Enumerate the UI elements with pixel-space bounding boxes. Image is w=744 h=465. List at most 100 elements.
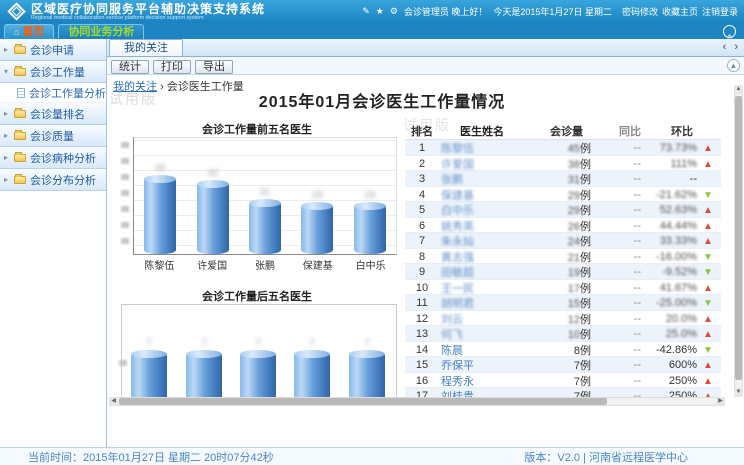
star-icon[interactable]: ★ [376, 6, 384, 17]
doctor-name-link[interactable]: 张鹏 [439, 171, 523, 187]
chevron-down-icon: ▾ [4, 67, 13, 76]
x-axis-label: 白中乐 [344, 255, 397, 269]
doctor-name-link[interactable]: 何飞 [439, 326, 523, 342]
header-link[interactable]: 密码修改 [622, 7, 658, 17]
folder-icon [14, 176, 26, 184]
trend-up-icon: ▲ [703, 329, 713, 340]
tab-scroll-controls: ‹ › [723, 42, 738, 53]
doctor-name-link[interactable]: 陈晨 [439, 342, 523, 358]
current-time: 当前时间：2015年01月27日 星期二 20时07分42秒 [0, 449, 274, 465]
table-row: 9田敏超19例---9.52%▼ [405, 264, 721, 280]
horizontal-scrollbar-thumb[interactable] [119, 398, 607, 405]
edit-icon[interactable]: ✎ [362, 6, 370, 17]
doctor-name-link[interactable]: 程秀永 [439, 373, 523, 389]
folder-icon [14, 110, 26, 118]
main-nav-bar: ⌂ 首页 协同业务分析 » [0, 23, 744, 39]
mom-cell: -- [647, 173, 703, 185]
bar-value-label-blurred: 7 [294, 338, 330, 349]
doctor-name-link[interactable]: 许爱国 [439, 156, 523, 172]
scroll-down-arrow-icon[interactable]: ▼ [734, 388, 743, 397]
yoy-cell: -- [597, 142, 647, 154]
yoy-cell: -- [597, 328, 647, 340]
bar-陈黎伍: 45 [144, 178, 176, 254]
report-content: 我的关注 › 会诊医生工作量 试用版 试用版 2015年01月会诊医生工作量情况… [107, 75, 744, 447]
trend-cell: ▼ [703, 297, 717, 309]
doctor-name-link[interactable]: 姚秀英 [439, 218, 523, 234]
horizontal-scrollbar[interactable]: ◀ ▶ [109, 397, 725, 406]
mom-cell: 25.0% [647, 328, 703, 340]
doctor-name-link[interactable]: 黄志强 [439, 249, 523, 265]
chart-top5-plot: 4542312929 [133, 137, 397, 255]
yoy-cell: -- [597, 204, 647, 216]
bar-value-label-blurred: 7 [131, 338, 167, 349]
header-collapse-button[interactable]: » [723, 25, 736, 38]
y-axis-tick-label-blurred [121, 222, 129, 228]
doctor-name-link[interactable]: 刘云 [439, 311, 523, 327]
sidebar-item-label: 会诊工作量 [30, 64, 85, 80]
toolbar-button-导出[interactable]: 导出 [195, 60, 233, 74]
doctor-name-link[interactable]: 朱永灿 [439, 233, 523, 249]
yoy-cell: -- [597, 251, 647, 263]
app-window: 区域医疗协同服务平台辅助决策支持系统 Regional medical coll… [0, 0, 744, 465]
sidebar-item-label: 会诊申请 [30, 42, 74, 58]
sidebar-item[interactable]: ▸会诊分布分析 [0, 169, 106, 191]
nav-tab-collaboration-analysis[interactable]: 协同业务分析 [58, 24, 144, 39]
sidebar-item-label: 会诊分布分析 [30, 172, 96, 188]
scroll-left-arrow-icon[interactable]: ◀ [109, 397, 118, 406]
tab-my-focus[interactable]: 我的关注 [109, 39, 183, 56]
sidebar-subitem[interactable]: 会诊工作量分析 [0, 83, 106, 103]
col-mom: 环比 [647, 123, 703, 139]
system-subtitle: Regional medical collaboration service p… [31, 15, 242, 20]
folder-icon [14, 68, 26, 76]
doctor-name-link[interactable]: 乔保平 [439, 357, 523, 373]
scroll-up-arrow-icon[interactable]: ▲ [734, 85, 743, 94]
sidebar-item[interactable]: ▸会诊病种分析 [0, 147, 106, 169]
trend-cell: ▲ [703, 328, 717, 340]
yoy-cell: -- [597, 266, 647, 278]
y-axis-tick-label-blurred [121, 206, 129, 212]
bar-白中乐: 29 [354, 205, 386, 254]
toolbar-button-统计[interactable]: 统计 [111, 60, 149, 74]
header-link[interactable]: 注销登录 [702, 7, 738, 17]
header-link[interactable]: 收藏主页 [662, 7, 698, 17]
gear-icon[interactable]: ⚙ [390, 6, 398, 17]
tab-scroll-left-icon[interactable]: ‹ [723, 42, 727, 53]
sidebar-item[interactable]: ▸会诊申请 [0, 39, 106, 61]
vertical-scrollbar[interactable]: ▲ ▼ [734, 85, 743, 397]
bar-bottom5-4: 7 [294, 353, 330, 397]
chart-top5-xlabels: 陈黎伍许爱国张鹏保建基白中乐 [133, 255, 397, 269]
chart-bottom5-title: 会诊工作量后五名医生 [117, 288, 397, 304]
rank-cell: 14 [405, 344, 439, 356]
nav-tab-home[interactable]: ⌂ 首页 [4, 24, 54, 39]
doctor-name-link[interactable]: 王一民 [439, 280, 523, 296]
doctor-name-link[interactable]: 白中乐 [439, 202, 523, 218]
scroll-right-arrow-icon[interactable]: ▶ [716, 397, 725, 406]
doctor-name-link[interactable]: 胡明君 [439, 295, 523, 311]
doctor-name-link[interactable]: 保建基 [439, 187, 523, 203]
bar-value-label-blurred: 42 [197, 168, 229, 179]
sidebar-item-label: 会诊质量 [30, 128, 74, 144]
table-row: 6姚秀英26例--44.44%▲ [405, 218, 721, 234]
table-row: 13何飞10例--25.0%▲ [405, 326, 721, 342]
toolbar-button-打印[interactable]: 打印 [153, 60, 191, 74]
sidebar-item[interactable]: ▸会诊量排名 [0, 103, 106, 125]
col-yoy: 同比 [597, 123, 647, 139]
doctor-name-link[interactable]: 田敏超 [439, 264, 523, 280]
sidebar-item[interactable]: ▸会诊质量 [0, 125, 106, 147]
doctor-name-link[interactable]: 陈黎伍 [439, 140, 523, 156]
panel-collapse-button[interactable]: ▲ [727, 59, 740, 72]
trend-cell: ▼ [703, 251, 717, 263]
table-row: 3张鹏31例---- [405, 171, 721, 187]
table-row: 1陈黎伍45例--73.73%▲ [405, 140, 721, 156]
folder-icon [14, 46, 26, 54]
tab-scroll-right-icon[interactable]: › [734, 42, 738, 53]
volume-cell: 19例 [523, 264, 597, 280]
col-doctor-name: 医生姓名 [439, 123, 523, 139]
volume-cell: 24例 [523, 233, 597, 249]
trend-cell: ▼ [703, 344, 717, 356]
vertical-scrollbar-thumb[interactable] [735, 96, 742, 380]
table-row: 4保建基29例---21.62%▼ [405, 187, 721, 203]
x-axis-label: 陈黎伍 [133, 255, 186, 269]
trend-cell: ▲ [703, 313, 717, 325]
sidebar-item[interactable]: ▾ 会诊工作量 [0, 61, 106, 83]
